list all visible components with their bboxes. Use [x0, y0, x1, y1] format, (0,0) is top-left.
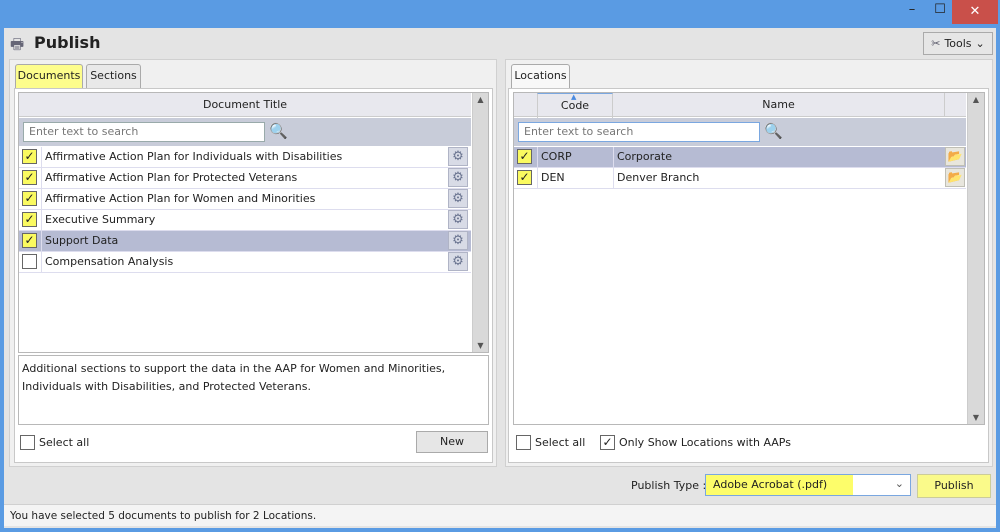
chevron-down-icon: ⌄	[894, 477, 904, 490]
location-checkbox[interactable]: ✓	[517, 149, 532, 164]
column-name[interactable]: Name	[613, 93, 945, 117]
gear-icon[interactable]: ⚙	[448, 210, 468, 229]
document-checkbox[interactable]: ✓	[22, 149, 37, 164]
location-code: DEN	[537, 168, 613, 188]
publish-type-label: Publish Type :	[631, 479, 707, 492]
locations-scrollbar[interactable]: ▲ ▼	[967, 93, 984, 424]
locations-panel: Locations Code ▲ Name Enter text to searc…	[505, 59, 993, 467]
sort-asc-icon: ▲	[571, 93, 577, 101]
select-all-documents[interactable]: Select all	[20, 435, 89, 450]
documents-scrollbar[interactable]: ▲ ▼	[472, 93, 488, 352]
select-all-checkbox[interactable]	[20, 435, 35, 450]
select-all-checkbox[interactable]	[516, 435, 531, 450]
location-code: CORP	[537, 147, 613, 167]
document-title: Affirmative Action Plan for Women and Mi…	[41, 189, 446, 209]
document-checkbox[interactable]: ✓	[22, 170, 37, 185]
scroll-up-icon[interactable]: ▲	[473, 95, 488, 104]
document-row[interactable]: ✓ Affirmative Action Plan for Individual…	[19, 147, 471, 168]
search-icon[interactable]: 🔍	[269, 122, 288, 140]
publish-type-select[interactable]: Adobe Acrobat (.pdf) ⌄	[705, 474, 911, 496]
document-search-input[interactable]: Enter text to search	[23, 122, 265, 142]
maximize-button[interactable]: ☐	[928, 0, 952, 20]
document-row[interactable]: Compensation Analysis ⚙	[19, 252, 471, 273]
only-show-aaps-checkbox[interactable]: ✓	[600, 435, 615, 450]
gear-icon[interactable]: ⚙	[448, 147, 468, 166]
location-row[interactable]: ✓ CORP Corporate 📂	[514, 147, 966, 168]
document-title: Executive Summary	[41, 210, 446, 230]
document-row[interactable]: ✓ Executive Summary ⚙	[19, 210, 471, 231]
document-title: Affirmative Action Plan for Protected Ve…	[41, 168, 446, 188]
locations-grid: Code ▲ Name Enter text to search 🔍 ✓ CORP…	[513, 92, 985, 425]
location-checkbox[interactable]: ✓	[517, 170, 532, 185]
scroll-up-icon[interactable]: ▲	[968, 95, 984, 104]
location-row[interactable]: ✓ DEN Denver Branch 📂	[514, 168, 966, 189]
location-search-input[interactable]: Enter text to search	[518, 122, 760, 142]
gear-icon[interactable]: ⚙	[448, 168, 468, 187]
publish-button[interactable]: Publish	[917, 474, 991, 498]
tools-button[interactable]: ✂ Tools ⌄	[923, 32, 993, 55]
document-checkbox[interactable]: ✓	[22, 191, 37, 206]
document-title: Compensation Analysis	[41, 252, 446, 272]
location-name: Denver Branch	[613, 168, 945, 188]
close-button[interactable]: ✕	[952, 0, 998, 24]
scroll-down-icon[interactable]: ▼	[473, 341, 488, 350]
tab-locations[interactable]: Locations	[511, 64, 570, 88]
search-icon[interactable]: 🔍	[764, 122, 783, 140]
chevron-down-icon: ⌄	[975, 36, 985, 50]
page-title: Publish	[34, 33, 101, 52]
tab-documents[interactable]: Documents	[15, 64, 83, 88]
minimize-button[interactable]: –	[900, 0, 924, 20]
tab-sections[interactable]: Sections	[86, 64, 141, 88]
document-description: Additional sections to support the data …	[18, 355, 489, 425]
document-row[interactable]: ✓ Affirmative Action Plan for Protected …	[19, 168, 471, 189]
location-name: Corporate	[613, 147, 945, 167]
gear-icon[interactable]: ⚙	[448, 231, 468, 250]
document-checkbox[interactable]: ✓	[22, 233, 37, 248]
folder-icon[interactable]: 📂	[945, 168, 965, 187]
documents-grid: Document Title Enter text to search 🔍 ✓ …	[18, 92, 489, 353]
new-button[interactable]: New	[416, 431, 488, 453]
document-checkbox[interactable]	[22, 254, 37, 269]
only-show-aaps-option[interactable]: ✓ Only Show Locations with AAPs	[600, 435, 791, 450]
folder-icon[interactable]: 📂	[945, 147, 965, 166]
printer-icon: 🖶	[10, 35, 25, 53]
column-document-title[interactable]: Document Title	[203, 98, 287, 111]
gear-icon[interactable]: ⚙	[448, 252, 468, 271]
tools-icon: ✂	[931, 36, 941, 50]
document-row[interactable]: ✓ Support Data ⚙	[19, 231, 471, 252]
status-bar: You have selected 5 documents to publish…	[4, 504, 996, 526]
document-title: Affirmative Action Plan for Individuals …	[41, 147, 446, 167]
publish-window: 🖶 Publish ✂ Tools ⌄ Documents Sections D…	[4, 28, 996, 528]
column-code[interactable]: Code ▲	[537, 93, 613, 118]
document-checkbox[interactable]: ✓	[22, 212, 37, 227]
documents-panel: Documents Sections Document Title Enter …	[9, 59, 497, 467]
document-row[interactable]: ✓ Affirmative Action Plan for Women and …	[19, 189, 471, 210]
select-all-locations[interactable]: Select all	[516, 435, 585, 450]
document-title: Support Data	[41, 231, 446, 251]
gear-icon[interactable]: ⚙	[448, 189, 468, 208]
scroll-down-icon[interactable]: ▼	[968, 413, 984, 422]
